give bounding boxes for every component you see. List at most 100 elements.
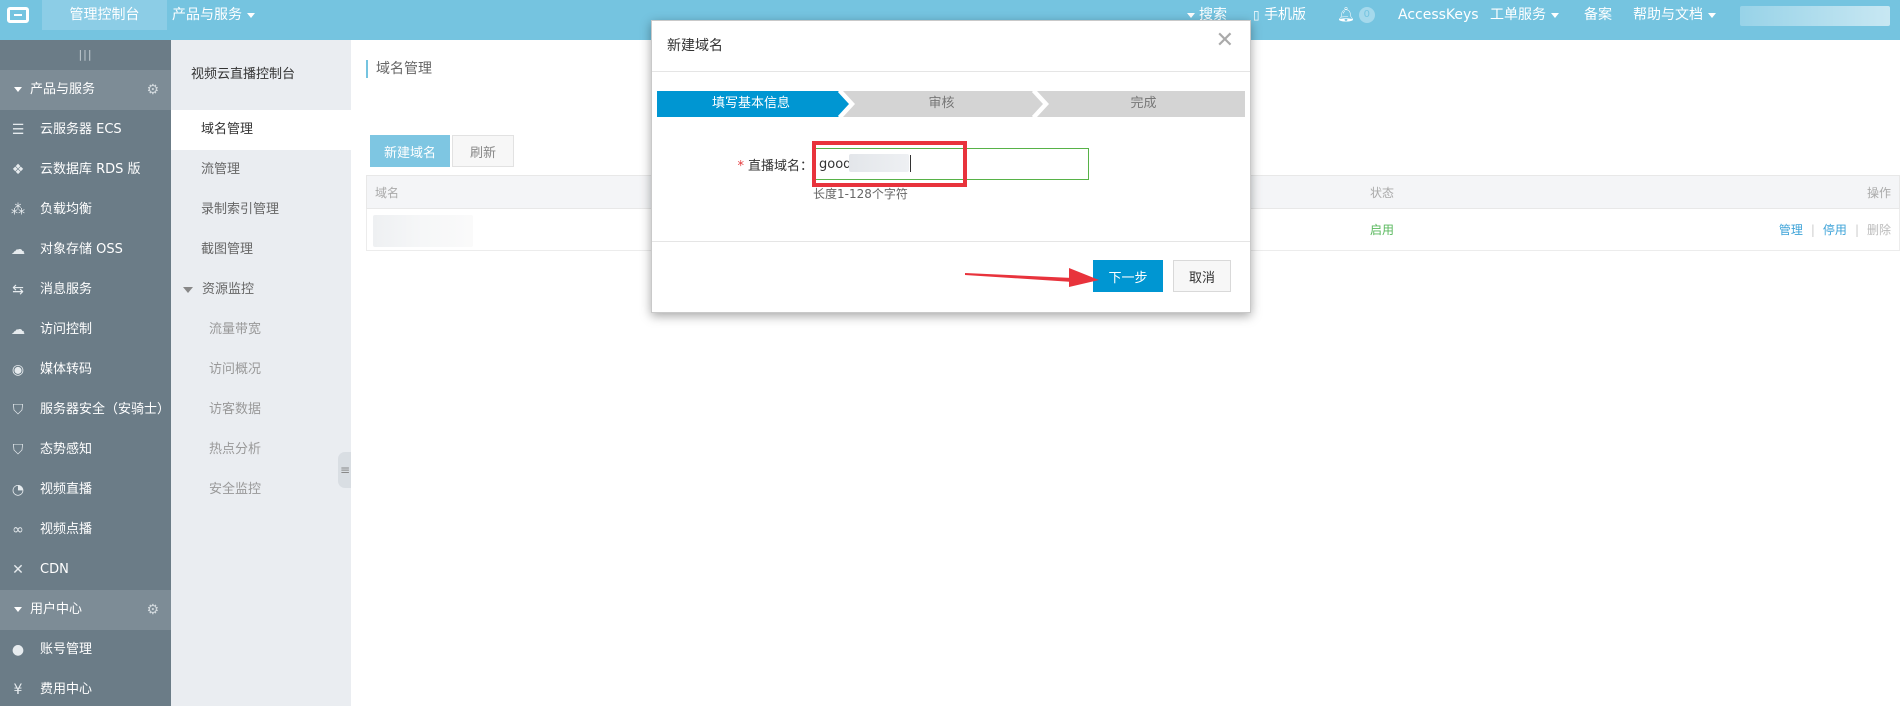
subnav-item-bandwidth[interactable]: 流量带宽 (171, 310, 351, 350)
sidebar-item-billing[interactable]: ¥ 费用中心 (0, 670, 171, 706)
breadcrumb: 域名管理 (366, 60, 432, 78)
sidebar-item-server-security[interactable]: ⛉ 服务器安全（安骑士） (0, 390, 171, 430)
sidebar-item-access-control[interactable]: ☁ 访问控制 (0, 310, 171, 350)
sidebar-item-label: 态势感知 (40, 442, 93, 457)
sidebar-group-user[interactable]: 用户中心 ⚙ (0, 590, 171, 630)
caret-down-icon (14, 87, 22, 92)
yen-icon: ¥ (13, 682, 23, 698)
subnav-item-screenshot[interactable]: 截图管理 (171, 230, 351, 270)
secondary-sidebar: 视频云直播控制台 域名管理 流管理 录制索引管理 截图管理 资源监控 流量带宽 … (171, 40, 351, 706)
live-domain-label: * 直播域名： (707, 155, 813, 174)
notification-count-badge: 0 (1358, 7, 1375, 23)
ticket-service-label: 工单服务 (1490, 7, 1546, 23)
required-asterisk: * (737, 159, 744, 174)
domain-length-hint: 长度1-128个字符 (813, 187, 908, 201)
subnav-item-domain[interactable]: 域名管理 (171, 110, 351, 150)
subnav-item-stream[interactable]: 流管理 (171, 150, 351, 190)
cloud-storage-icon: ☁ (11, 242, 25, 258)
new-domain-button[interactable]: 新建域名 (370, 135, 450, 167)
sidebar-item-ecs[interactable]: ☰ 云服务器 ECS (0, 110, 171, 150)
subnav-item-access-overview[interactable]: 访问概况 (171, 350, 351, 390)
domain-value-redacted (849, 154, 909, 172)
sidebar-item-label: 对象存储 OSS (40, 242, 123, 257)
sidebar-item-vod[interactable]: ∞ 视频点播 (0, 510, 171, 550)
sidebar-item-cdn[interactable]: ✕ CDN (0, 550, 171, 590)
refresh-button[interactable]: 刷新 (452, 135, 514, 167)
subnav-title: 视频云直播控制台 (191, 67, 296, 82)
mobile-version-link[interactable]: ▯ 手机版 (1253, 0, 1306, 30)
products-menu[interactable]: 产品与服务 (172, 0, 255, 30)
caret-down-icon (1187, 12, 1195, 18)
domain-name-redacted (373, 215, 473, 247)
manage-link[interactable]: 管理 (1779, 221, 1803, 238)
delete-link[interactable]: 删除 (1867, 221, 1891, 238)
user-icon: ● (11, 642, 25, 658)
new-domain-dialog: 新建域名 ✕ 填写基本信息 审核 完成 *直播域名： 长度1-128个字符 下一… (651, 20, 1251, 313)
close-icon[interactable]: ✕ (1216, 29, 1234, 53)
access-control-icon: ☁ (11, 322, 25, 338)
sidebar-item-label: 媒体转码 (40, 362, 93, 377)
load-balancer-icon: ⁂ (11, 202, 25, 218)
divider: | (1854, 222, 1859, 237)
subnav-item-hotspot[interactable]: 热点分析 (171, 430, 351, 470)
dialog-title: 新建域名 (667, 38, 723, 54)
situation-icon: ⛉ (12, 442, 24, 458)
subnav-group-monitor[interactable]: 资源监控 (171, 270, 351, 310)
sidebar-item-oss[interactable]: ☁ 对象存储 OSS (0, 230, 171, 270)
disable-link[interactable]: 停用 (1823, 221, 1847, 238)
divider: | (1810, 222, 1815, 237)
sidebar-item-live[interactable]: ◔ 视频直播 (0, 470, 171, 510)
divider (652, 71, 1250, 72)
subnav-item-security-monitor[interactable]: 安全监控 (171, 470, 351, 510)
subnav-item-recording[interactable]: 录制索引管理 (171, 190, 351, 230)
accesskeys-link[interactable]: AccessKeys (1398, 0, 1479, 30)
products-menu-label: 产品与服务 (172, 7, 242, 23)
console-title[interactable]: 管理控制台 (42, 0, 167, 30)
cancel-button[interactable]: 取消 (1173, 260, 1231, 292)
chevron-down-icon (1708, 12, 1716, 18)
gear-icon[interactable]: ⚙ (146, 590, 159, 630)
help-docs-menu[interactable]: 帮助与文档 (1633, 0, 1716, 30)
live-domain-label-text: 直播域名： (747, 159, 813, 174)
sidebar-item-message[interactable]: ⇆ 消息服务 (0, 270, 171, 310)
collapse-sidebar-icon[interactable]: ≡ (338, 452, 352, 488)
gear-icon[interactable]: ⚙ (146, 70, 159, 110)
chevron-down-icon (1551, 12, 1559, 18)
live-video-icon: ◔ (11, 482, 25, 498)
sidebar-item-label: CDN (40, 562, 69, 577)
cdn-icon: ✕ (12, 562, 24, 578)
sidebar-item-account[interactable]: ● 账号管理 (0, 630, 171, 670)
column-header-domain: 域名 (375, 185, 400, 200)
notifications-button[interactable]: 🔔︎ 0 (1337, 0, 1375, 30)
chevron-down-icon (247, 12, 255, 18)
next-step-button[interactable]: 下一步 (1093, 260, 1163, 292)
step-review: 审核 (928, 96, 955, 111)
sidebar-toggle-handle[interactable]: ||| (0, 40, 171, 70)
divider (652, 241, 1250, 242)
console-logo-icon[interactable] (0, 0, 36, 30)
subnav-item-visitor-data[interactable]: 访客数据 (171, 390, 351, 430)
help-docs-label: 帮助与文档 (1633, 7, 1703, 23)
media-icon: ◉ (11, 362, 25, 378)
caret-down-icon (14, 607, 22, 612)
status-badge: 启用 (1370, 223, 1395, 237)
sidebar-item-label: 云数据库 RDS 版 (40, 162, 141, 177)
sidebar-item-situation[interactable]: ⛉ 态势感知 (0, 430, 171, 470)
sidebar-item-label: 服务器安全（安骑士） (40, 402, 171, 417)
sidebar-item-slb[interactable]: ⁂ 负载均衡 (0, 190, 171, 230)
mobile-icon: ▯ (1253, 8, 1260, 22)
subnav-group-label: 资源监控 (202, 282, 255, 297)
sidebar-item-label: 访问控制 (40, 322, 93, 337)
beian-link[interactable]: 备案 (1584, 0, 1612, 30)
row-actions: 管理 | 停用 | 删除 (1779, 209, 1891, 250)
ticket-service-menu[interactable]: 工单服务 (1490, 0, 1559, 30)
sidebar-item-label: 视频直播 (40, 482, 93, 497)
sidebar-item-transcode[interactable]: ◉ 媒体转码 (0, 350, 171, 390)
sidebar-item-rds[interactable]: ❖ 云数据库 RDS 版 (0, 150, 171, 190)
sidebar-group-products[interactable]: 产品与服务 ⚙ (0, 70, 171, 110)
column-header-status: 状态 (1370, 185, 1395, 200)
text-cursor (910, 155, 911, 172)
sidebar-item-label: 费用中心 (40, 682, 93, 697)
user-account-redacted[interactable] (1740, 6, 1890, 26)
sidebar-item-label: 消息服务 (40, 282, 93, 297)
